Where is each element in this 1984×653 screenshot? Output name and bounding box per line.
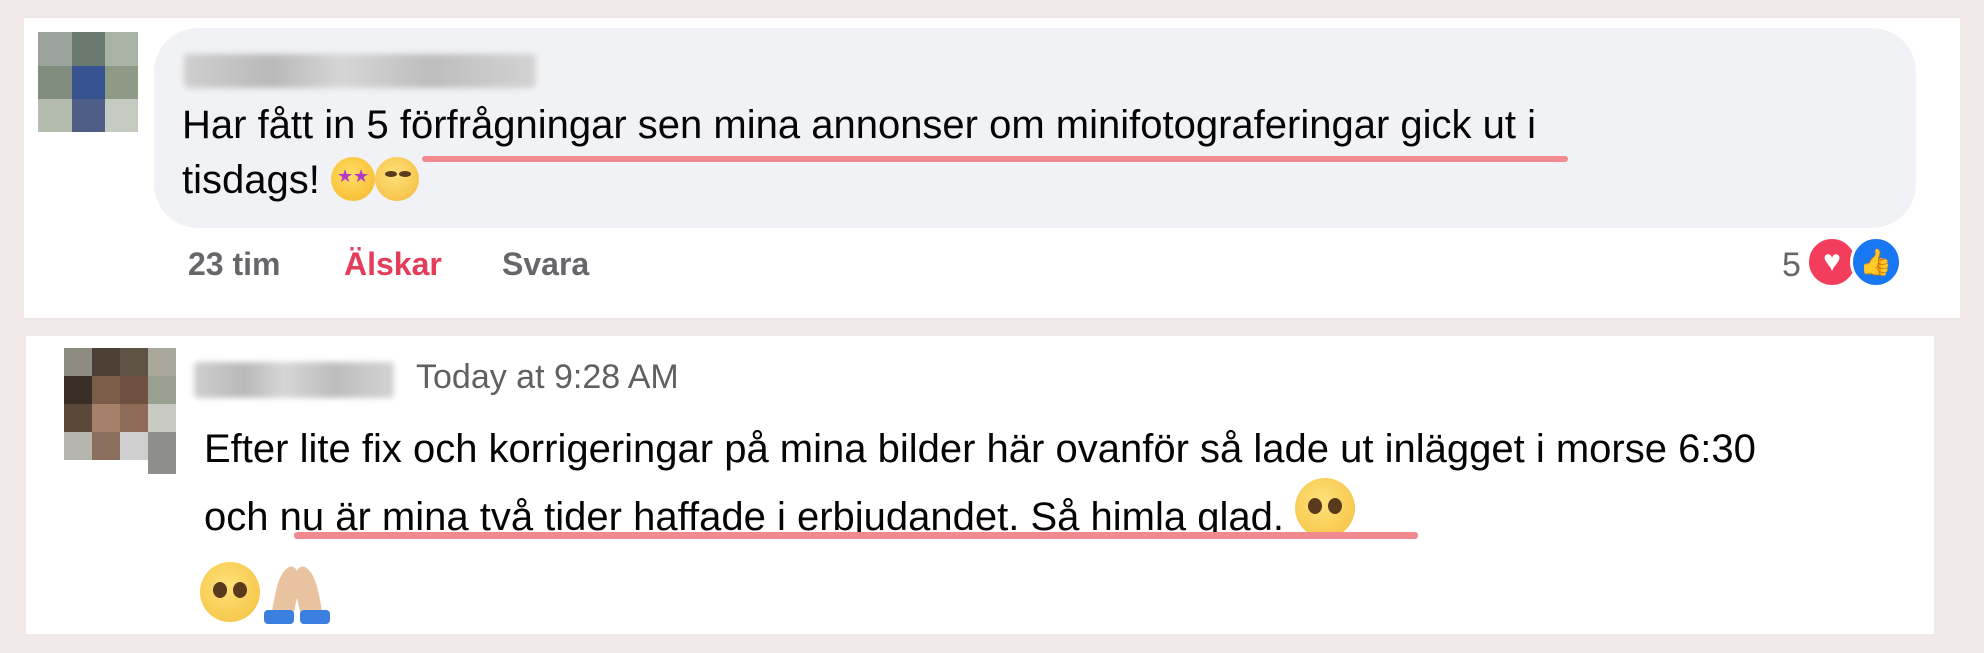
pleading-face-emoji — [200, 562, 260, 622]
love-reaction-button[interactable]: Älskar — [344, 246, 442, 283]
highlight-underline — [294, 532, 1418, 539]
comment-time[interactable]: 23 tim — [188, 246, 280, 283]
pleading-face-emoji — [1295, 478, 1356, 538]
comment-card-2: Today at 9:28 AM Efter lite fix och korr… — [26, 336, 1934, 634]
text-segment: och — [204, 495, 280, 539]
highlighted-text: 5 förfrågningar sen mina annonser om min… — [366, 103, 1390, 147]
star-struck-emoji: ★ ★ — [330, 157, 375, 201]
text-segment: Har fått in — [182, 103, 367, 147]
author-name-blurred[interactable] — [184, 54, 536, 88]
avatar[interactable] — [38, 32, 138, 132]
partying-face-emoji — [374, 157, 419, 201]
comment-card-1: Har fått in 5 förfrågningar sen mina ann… — [24, 18, 1960, 318]
avatar[interactable] — [64, 348, 176, 474]
reply-button[interactable]: Svara — [502, 246, 589, 283]
reaction-count[interactable]: 5 — [1782, 246, 1801, 285]
comment-timestamp: Today at 9:28 AM — [416, 358, 679, 396]
like-icon[interactable]: 👍 — [1850, 236, 1902, 288]
text-segment: gick ut i — [1389, 103, 1537, 147]
text-segment: tisdags! — [182, 158, 331, 202]
emoji-row — [200, 558, 331, 624]
author-name-blurred[interactable] — [194, 362, 394, 398]
text-segment: Efter lite fix och korrigeringar på mina… — [204, 427, 1756, 471]
highlight-underline — [422, 156, 1568, 162]
folded-hands-emoji — [264, 558, 331, 624]
comment-text: Efter lite fix och korrigeringar på mina… — [204, 420, 1924, 546]
comment-text: Har fått in 5 förfrågningar sen mina ann… — [182, 98, 1902, 208]
comment-bubble: Har fått in 5 förfrågningar sen mina ann… — [154, 28, 1916, 228]
